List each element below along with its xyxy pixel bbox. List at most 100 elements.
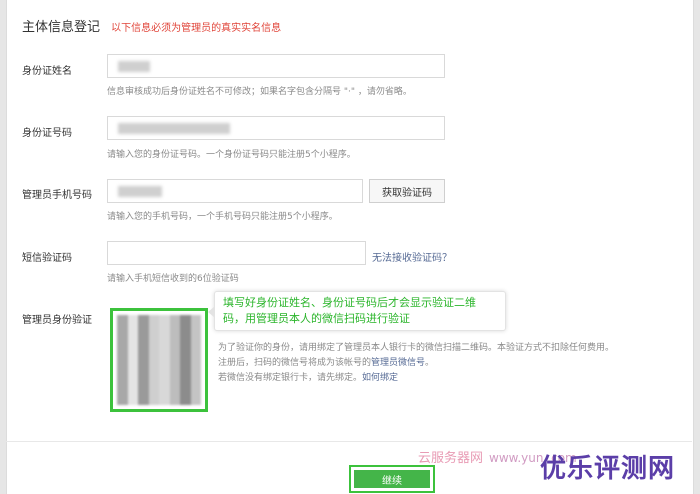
qr-desc-line-3: 若微信没有绑定银行卡，请先绑定。如何绑定 [218,371,614,386]
qr-cell [148,382,159,394]
admin-wechat-link[interactable]: 管理员微信号 [371,358,425,368]
qr-cell [127,337,138,349]
qr-cell [180,348,191,360]
qr-cell [169,360,180,372]
qr-cell [159,337,170,349]
section-note: 以下信息必须为管理员的真实实名信息 [111,23,282,34]
qr-cell [169,393,180,405]
qr-cell [159,371,170,383]
watermark-logo: 优乐评测网 [540,454,676,484]
cannot-receive-code-link[interactable]: 无法接收验证码？ [372,249,452,264]
qr-cell [127,393,138,405]
qr-cell [117,337,128,349]
qr-cell [190,348,201,360]
qr-cell [190,315,201,327]
qr-cell [159,348,170,360]
qr-cell [127,371,138,383]
qr-cell [138,315,149,327]
qr-cell [159,393,170,405]
watermark-small-text: 云服务器网 [418,451,484,466]
sms-code-label: 短信验证码 [22,253,72,264]
qr-cell [180,326,191,338]
continue-button[interactable]: 继续 [354,470,430,488]
id-number-label: 身份证号码 [22,128,72,139]
qr-cell [190,337,201,349]
qr-cell [159,326,170,338]
qr-cell [138,393,149,405]
qr-cell [138,337,149,349]
phone-label: 管理员手机号码 [22,190,92,201]
how-to-bind-link[interactable]: 如何绑定 [362,373,398,383]
qr-cell [169,382,180,394]
qr-cell [117,315,128,327]
qr-cell [190,393,201,405]
qr-cell [148,348,159,360]
section-header: 主体信息登记 以下信息必须为管理员的真实实名信息 [22,16,281,35]
qr-description: 为了验证你的身份，请用绑定了管理员本人银行卡的微信扫描二维码。本验证方式不扣除任… [218,341,614,386]
redacted-value [118,61,150,72]
qr-cell [159,360,170,372]
qr-cell [148,371,159,383]
qr-desc-line-3-text: 若微信没有绑定银行卡，请先绑定。 [218,373,363,383]
qr-cell [190,360,201,372]
id-number-input[interactable] [107,116,445,140]
id-name-label: 身份证姓名 [22,66,72,77]
qr-cell [117,360,128,372]
redacted-value [118,186,162,197]
id-name-input[interactable] [107,54,445,78]
qr-cell [148,326,159,338]
get-code-button[interactable]: 获取验证码 [369,179,445,203]
qr-cell [169,337,180,349]
qr-cell [117,382,128,394]
qr-cell [190,382,201,394]
qr-cell [117,348,128,360]
qr-cell [169,348,180,360]
id-number-hint: 请输入您的身份证号码。一个身份证号码只能注册5个小程序。 [107,150,356,160]
qr-cell [169,326,180,338]
qr-cell [148,337,159,349]
qr-cell [127,326,138,338]
qr-cell [180,315,191,327]
qr-cell [148,315,159,327]
qr-cell [180,382,191,394]
continue-button-highlight: 继续 [349,465,435,493]
qr-cell [117,326,128,338]
qr-cell [138,360,149,372]
divider [6,441,692,442]
qr-cell [180,337,191,349]
qr-cell [138,348,149,360]
redacted-value [118,123,230,134]
qr-cell [180,371,191,383]
id-name-hint: 信息审核成功后身份证姓名不可修改；如果名字包含分隔号 "·" ，请勿省略。 [107,87,412,97]
instruction-callout: 填写好身份证姓名、身份证号码后才会显示验证二维码，用管理员本人的微信扫码进行验证 [208,291,506,331]
sms-code-hint: 请输入手机短信收到的6位验证码 [107,274,239,284]
qr-cell [138,326,149,338]
section-title: 主体信息登记 [22,20,101,35]
qr-cell [138,371,149,383]
qr-cell [169,371,180,383]
phone-hint: 请输入您的手机号码，一个手机号码只能注册5个小程序。 [107,212,338,222]
sms-code-input[interactable] [107,241,366,265]
qr-cell [190,326,201,338]
qr-cell [117,371,128,383]
qr-cell [148,393,159,405]
qr-cell [180,393,191,405]
qr-cell [159,382,170,394]
qr-cell [148,360,159,372]
qr-cell [190,371,201,383]
qr-cell [127,382,138,394]
qr-code-frame [110,308,208,412]
qr-desc-line-2-end: 。 [425,358,435,368]
qr-desc-line-2: 注册后，扫码的微信号将成为该帐号的管理员微信号。 [218,356,614,371]
qr-cell [127,315,138,327]
qr-cell [127,348,138,360]
qr-cell [180,360,191,372]
qr-desc-line-2-text: 注册后，扫码的微信号将成为该帐号的 [218,358,372,368]
qr-cell [117,393,128,405]
qr-cell [169,315,180,327]
phone-input[interactable] [107,179,363,203]
qr-cell [127,360,138,372]
qr-code-image [117,315,201,405]
qr-cell [138,382,149,394]
qr-desc-line-1: 为了验证你的身份，请用绑定了管理员本人银行卡的微信扫描二维码。本验证方式不扣除任… [218,343,615,353]
